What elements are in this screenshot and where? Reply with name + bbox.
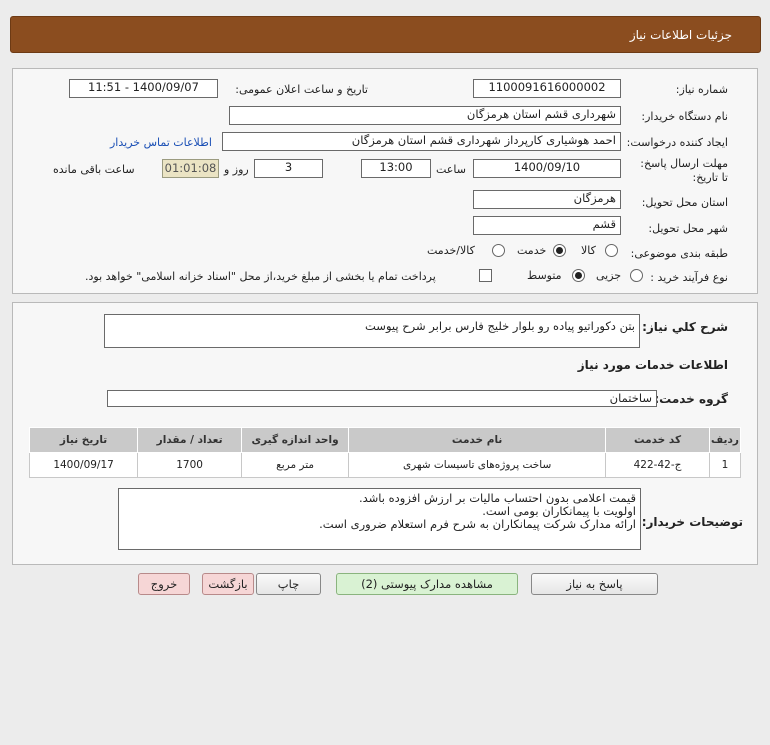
page-header: جزئیات اطلاعات نیاز [10,16,761,53]
col-service-name: نام خدمت [348,427,607,453]
col-row-number: ردیف [708,427,742,453]
purchase-radio-minor[interactable] [630,269,643,282]
announce-label: تاریخ و ساعت اعلان عمومی: [235,83,368,96]
table-row[interactable]: 1 ج-42-422 ساخت پروژه‌های تاسیسات شهری م… [28,452,742,478]
category-goods-service-label: کالا/خدمت [427,244,475,257]
service-group-field[interactable]: ساختمان [107,390,657,407]
cell-service-name: ساخت پروژه‌های تاسیسات شهری [348,452,607,478]
treasury-bonds-label: پرداخت تمام یا بخشی از مبلغ خرید،از محل … [85,270,436,283]
remaining-days-field[interactable]: 3 [254,159,323,178]
col-need-date: تاریخ نیاز [28,427,139,453]
deadline-time-label: ساعت [436,163,466,176]
services-table: ردیف کد خدمت نام خدمت واحد اندازه گیری ت… [28,427,742,478]
category-radio-goods[interactable] [605,244,618,257]
province-label: استان محل تحویل: [641,196,728,209]
category-goods-label: کالا [581,244,596,257]
buyer-note-line: ارائه مدارک شرکت پیمانکاران به شرح فرم ا… [319,517,636,531]
remaining-time-counter: 01:01:08 [162,159,219,178]
purchase-type-label: نوع فرآیند خرید : [650,271,728,284]
col-service-code: کد خدمت [605,427,710,453]
buyer-notes-field[interactable]: قیمت اعلامی بدون احتساب مالیات بر ارزش ا… [118,488,641,550]
col-unit: واحد اندازه گیری [241,427,350,453]
table-header-row: ردیف کد خدمت نام خدمت واحد اندازه گیری ت… [28,427,742,453]
view-attachments-button[interactable]: مشاهده مدارک پیوستی (2) [336,573,518,595]
buyer-org-field[interactable]: شهرداری قشم استان هرمزگان [229,106,621,125]
description-field[interactable]: بتن دکوراتیو پیاده رو بلوار خلیج فارس بر… [104,314,640,348]
treasury-bonds-checkbox[interactable] [479,269,492,282]
service-group-label: گروه خدمت: [654,392,728,406]
category-radio-goods-service[interactable] [492,244,505,257]
creator-label: ایجاد کننده درخواست: [626,136,728,149]
buyer-notes-label: توضیحات خریدار: [641,515,743,529]
buyer-org-label: نام دستگاه خریدار: [641,110,728,123]
cell-service-code: ج-42-422 [605,452,710,478]
exit-button[interactable]: خروج [138,573,190,595]
city-field[interactable]: قشم [473,216,621,235]
cell-need-date: 1400/09/17 [28,452,139,478]
deadline-date-field[interactable]: 1400/09/10 [473,159,621,178]
city-label: شهر محل تحویل: [648,222,728,235]
purchase-radio-medium[interactable] [572,269,585,282]
col-quantity: تعداد / مقدار [137,427,243,453]
province-field[interactable]: هرمزگان [473,190,621,209]
need-number-label: شماره نیاز: [675,83,728,96]
print-button[interactable]: چاپ [256,573,321,595]
days-label: روز و [224,163,249,176]
page-title: جزئیات اطلاعات نیاز [629,28,732,42]
cell-quantity: 1700 [137,452,243,478]
buyer-contact-link[interactable]: اطلاعات تماس خریدار [110,136,212,149]
services-section-title: اطلاعات خدمات مورد نياز [577,358,728,372]
back-button[interactable]: بازگشت [202,573,254,595]
purchase-minor-label: جزیی [596,269,622,282]
reply-button[interactable]: پاسخ به نیاز [531,573,658,595]
category-service-label: خدمت [517,244,547,257]
category-radio-service[interactable] [553,244,566,257]
remaining-time-label: ساعت باقی مانده [53,163,135,176]
purchase-medium-label: متوسط [527,269,562,282]
deadline-time-field[interactable]: 13:00 [361,159,431,178]
need-number-field[interactable]: 1100091616000002 [473,79,621,98]
cell-unit: متر مربع [241,452,350,478]
category-label: طبقه بندی موضوعی: [630,247,728,260]
cell-row-number: 1 [708,452,742,478]
deadline-label: مهلت ارسال پاسخ: تا تاریخ: [640,157,728,184]
creator-field[interactable]: احمد هوشیاری کارپرداز شهرداری قشم استان … [222,132,621,151]
announce-field[interactable]: 1400/09/07 - 11:51 [69,79,218,98]
description-label: شرح کلي نياز: [642,320,728,334]
